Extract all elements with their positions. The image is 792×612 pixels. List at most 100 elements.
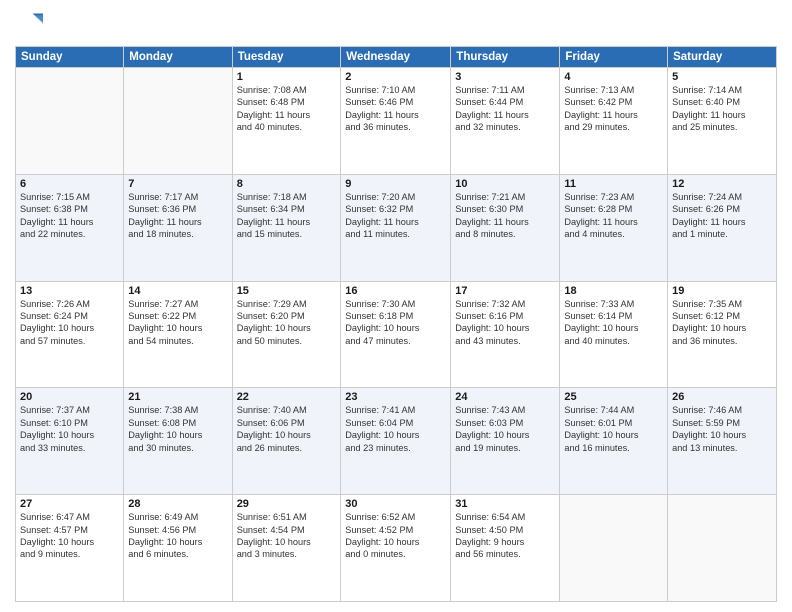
day-number: 14	[128, 285, 227, 297]
day-detail: Sunrise: 7:14 AM Sunset: 6:40 PM Dayligh…	[672, 84, 772, 134]
day-detail: Sunrise: 7:08 AM Sunset: 6:48 PM Dayligh…	[237, 84, 337, 134]
calendar-cell: 16Sunrise: 7:30 AM Sunset: 6:18 PM Dayli…	[341, 281, 451, 388]
calendar-cell	[124, 68, 232, 175]
day-number: 11	[564, 178, 663, 190]
day-number: 27	[20, 498, 119, 510]
day-detail: Sunrise: 6:51 AM Sunset: 4:54 PM Dayligh…	[237, 511, 337, 561]
day-detail: Sunrise: 7:32 AM Sunset: 6:16 PM Dayligh…	[455, 298, 555, 348]
day-detail: Sunrise: 7:23 AM Sunset: 6:28 PM Dayligh…	[564, 191, 663, 241]
day-number: 25	[564, 391, 663, 403]
day-detail: Sunrise: 7:26 AM Sunset: 6:24 PM Dayligh…	[20, 298, 119, 348]
day-detail: Sunrise: 7:40 AM Sunset: 6:06 PM Dayligh…	[237, 404, 337, 454]
day-detail: Sunrise: 7:30 AM Sunset: 6:18 PM Dayligh…	[345, 298, 446, 348]
weekday-header-tuesday: Tuesday	[232, 47, 341, 68]
calendar-cell: 19Sunrise: 7:35 AM Sunset: 6:12 PM Dayli…	[668, 281, 777, 388]
day-detail: Sunrise: 7:35 AM Sunset: 6:12 PM Dayligh…	[672, 298, 772, 348]
day-detail: Sunrise: 7:15 AM Sunset: 6:38 PM Dayligh…	[20, 191, 119, 241]
day-number: 3	[455, 71, 555, 83]
day-detail: Sunrise: 7:38 AM Sunset: 6:08 PM Dayligh…	[128, 404, 227, 454]
calendar-cell: 12Sunrise: 7:24 AM Sunset: 6:26 PM Dayli…	[668, 174, 777, 281]
calendar-cell	[16, 68, 124, 175]
day-detail: Sunrise: 7:24 AM Sunset: 6:26 PM Dayligh…	[672, 191, 772, 241]
day-number: 15	[237, 285, 337, 297]
day-number: 6	[20, 178, 119, 190]
day-number: 26	[672, 391, 772, 403]
day-detail: Sunrise: 7:41 AM Sunset: 6:04 PM Dayligh…	[345, 404, 446, 454]
calendar-cell: 2Sunrise: 7:10 AM Sunset: 6:46 PM Daylig…	[341, 68, 451, 175]
calendar-cell: 23Sunrise: 7:41 AM Sunset: 6:04 PM Dayli…	[341, 388, 451, 495]
weekday-header-sunday: Sunday	[16, 47, 124, 68]
weekday-header-friday: Friday	[560, 47, 668, 68]
day-detail: Sunrise: 7:18 AM Sunset: 6:34 PM Dayligh…	[237, 191, 337, 241]
weekday-header-row: SundayMondayTuesdayWednesdayThursdayFrid…	[16, 47, 777, 68]
calendar-cell: 1Sunrise: 7:08 AM Sunset: 6:48 PM Daylig…	[232, 68, 341, 175]
weekday-header-wednesday: Wednesday	[341, 47, 451, 68]
day-number: 18	[564, 285, 663, 297]
weekday-header-saturday: Saturday	[668, 47, 777, 68]
day-number: 5	[672, 71, 772, 83]
day-detail: Sunrise: 7:21 AM Sunset: 6:30 PM Dayligh…	[455, 191, 555, 241]
day-number: 20	[20, 391, 119, 403]
day-detail: Sunrise: 7:46 AM Sunset: 5:59 PM Dayligh…	[672, 404, 772, 454]
calendar-table: SundayMondayTuesdayWednesdayThursdayFrid…	[15, 46, 777, 602]
day-detail: Sunrise: 7:29 AM Sunset: 6:20 PM Dayligh…	[237, 298, 337, 348]
day-number: 4	[564, 71, 663, 83]
day-number: 29	[237, 498, 337, 510]
calendar-cell	[560, 495, 668, 602]
calendar-cell: 28Sunrise: 6:49 AM Sunset: 4:56 PM Dayli…	[124, 495, 232, 602]
calendar-cell: 20Sunrise: 7:37 AM Sunset: 6:10 PM Dayli…	[16, 388, 124, 495]
day-detail: Sunrise: 7:27 AM Sunset: 6:22 PM Dayligh…	[128, 298, 227, 348]
calendar-week-5: 27Sunrise: 6:47 AM Sunset: 4:57 PM Dayli…	[16, 495, 777, 602]
day-detail: Sunrise: 6:54 AM Sunset: 4:50 PM Dayligh…	[455, 511, 555, 561]
calendar-cell: 7Sunrise: 7:17 AM Sunset: 6:36 PM Daylig…	[124, 174, 232, 281]
day-detail: Sunrise: 6:47 AM Sunset: 4:57 PM Dayligh…	[20, 511, 119, 561]
calendar-cell: 26Sunrise: 7:46 AM Sunset: 5:59 PM Dayli…	[668, 388, 777, 495]
day-number: 1	[237, 71, 337, 83]
calendar-cell: 31Sunrise: 6:54 AM Sunset: 4:50 PM Dayli…	[451, 495, 560, 602]
calendar-cell: 6Sunrise: 7:15 AM Sunset: 6:38 PM Daylig…	[16, 174, 124, 281]
day-number: 2	[345, 71, 446, 83]
calendar-cell: 17Sunrise: 7:32 AM Sunset: 6:16 PM Dayli…	[451, 281, 560, 388]
day-number: 8	[237, 178, 337, 190]
weekday-header-thursday: Thursday	[451, 47, 560, 68]
calendar-cell: 5Sunrise: 7:14 AM Sunset: 6:40 PM Daylig…	[668, 68, 777, 175]
day-number: 19	[672, 285, 772, 297]
logo	[15, 10, 47, 38]
day-number: 30	[345, 498, 446, 510]
day-number: 31	[455, 498, 555, 510]
day-number: 22	[237, 391, 337, 403]
calendar-cell	[668, 495, 777, 602]
calendar-cell: 27Sunrise: 6:47 AM Sunset: 4:57 PM Dayli…	[16, 495, 124, 602]
day-number: 10	[455, 178, 555, 190]
calendar-cell: 29Sunrise: 6:51 AM Sunset: 4:54 PM Dayli…	[232, 495, 341, 602]
calendar-cell: 11Sunrise: 7:23 AM Sunset: 6:28 PM Dayli…	[560, 174, 668, 281]
day-detail: Sunrise: 7:37 AM Sunset: 6:10 PM Dayligh…	[20, 404, 119, 454]
calendar-cell: 13Sunrise: 7:26 AM Sunset: 6:24 PM Dayli…	[16, 281, 124, 388]
calendar-cell: 10Sunrise: 7:21 AM Sunset: 6:30 PM Dayli…	[451, 174, 560, 281]
calendar-cell: 21Sunrise: 7:38 AM Sunset: 6:08 PM Dayli…	[124, 388, 232, 495]
day-detail: Sunrise: 7:20 AM Sunset: 6:32 PM Dayligh…	[345, 191, 446, 241]
day-number: 12	[672, 178, 772, 190]
day-number: 17	[455, 285, 555, 297]
calendar-cell: 22Sunrise: 7:40 AM Sunset: 6:06 PM Dayli…	[232, 388, 341, 495]
calendar-cell: 25Sunrise: 7:44 AM Sunset: 6:01 PM Dayli…	[560, 388, 668, 495]
calendar-cell: 9Sunrise: 7:20 AM Sunset: 6:32 PM Daylig…	[341, 174, 451, 281]
calendar-cell: 15Sunrise: 7:29 AM Sunset: 6:20 PM Dayli…	[232, 281, 341, 388]
day-detail: Sunrise: 7:11 AM Sunset: 6:44 PM Dayligh…	[455, 84, 555, 134]
day-detail: Sunrise: 7:44 AM Sunset: 6:01 PM Dayligh…	[564, 404, 663, 454]
day-detail: Sunrise: 6:49 AM Sunset: 4:56 PM Dayligh…	[128, 511, 227, 561]
day-detail: Sunrise: 7:10 AM Sunset: 6:46 PM Dayligh…	[345, 84, 446, 134]
day-detail: Sunrise: 7:43 AM Sunset: 6:03 PM Dayligh…	[455, 404, 555, 454]
weekday-header-monday: Monday	[124, 47, 232, 68]
day-number: 21	[128, 391, 227, 403]
calendar-cell: 4Sunrise: 7:13 AM Sunset: 6:42 PM Daylig…	[560, 68, 668, 175]
day-number: 7	[128, 178, 227, 190]
day-detail: Sunrise: 6:52 AM Sunset: 4:52 PM Dayligh…	[345, 511, 446, 561]
calendar-week-3: 13Sunrise: 7:26 AM Sunset: 6:24 PM Dayli…	[16, 281, 777, 388]
calendar-week-4: 20Sunrise: 7:37 AM Sunset: 6:10 PM Dayli…	[16, 388, 777, 495]
day-number: 24	[455, 391, 555, 403]
calendar-cell: 3Sunrise: 7:11 AM Sunset: 6:44 PM Daylig…	[451, 68, 560, 175]
calendar-cell: 8Sunrise: 7:18 AM Sunset: 6:34 PM Daylig…	[232, 174, 341, 281]
calendar-cell: 30Sunrise: 6:52 AM Sunset: 4:52 PM Dayli…	[341, 495, 451, 602]
calendar-cell: 14Sunrise: 7:27 AM Sunset: 6:22 PM Dayli…	[124, 281, 232, 388]
